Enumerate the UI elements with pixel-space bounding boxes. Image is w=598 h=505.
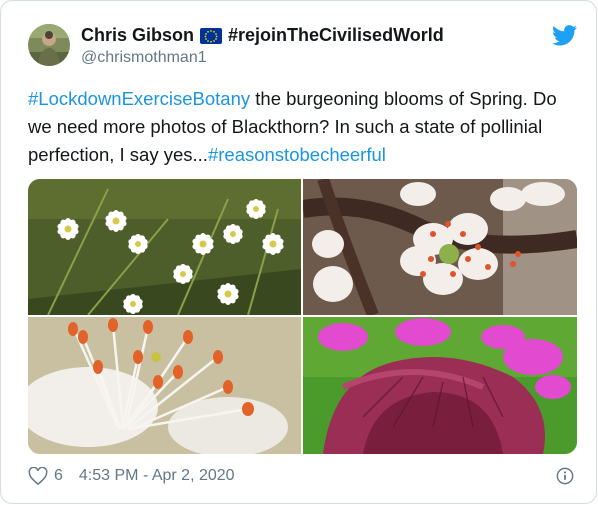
twitter-bird-icon[interactable] <box>552 25 577 46</box>
tweet-footer: 6 4:53 PM - Apr 2, 2020 <box>28 467 235 485</box>
avatar[interactable] <box>28 24 70 66</box>
display-name[interactable]: Chris Gibson <box>81 25 194 46</box>
likes-count[interactable]: 6 <box>54 467 63 485</box>
tweet-text: #LockdownExerciseBotany the burgeoning b… <box>28 85 573 169</box>
author-handle[interactable]: @chrismothman1 <box>81 49 207 67</box>
display-name-suffix[interactable]: #rejoinTheCivilisedWorld <box>228 25 444 46</box>
tweet-card: Chris Gibson #rejoinTheCivilisedWorld @c… <box>0 0 597 504</box>
photo-red-dead-nettle[interactable] <box>303 317 577 454</box>
eu-flag-icon <box>200 27 223 44</box>
author-name-row[interactable]: Chris Gibson #rejoinTheCivilisedWorld <box>81 25 444 46</box>
photo-blackthorn-blossom[interactable] <box>303 179 577 315</box>
heart-icon[interactable] <box>28 467 48 485</box>
hashtag-link[interactable]: #LockdownExerciseBotany <box>28 88 250 109</box>
media-grid <box>28 179 577 454</box>
photo-blackthorn-stamens-closeup[interactable] <box>28 317 301 454</box>
timestamp[interactable]: 4:53 PM - Apr 2, 2020 <box>79 467 235 485</box>
info-icon[interactable] <box>556 467 574 485</box>
hashtag-link[interactable]: #reasonstobecheerful <box>208 144 386 165</box>
photo-white-stitchwort-flowers[interactable] <box>28 179 301 315</box>
